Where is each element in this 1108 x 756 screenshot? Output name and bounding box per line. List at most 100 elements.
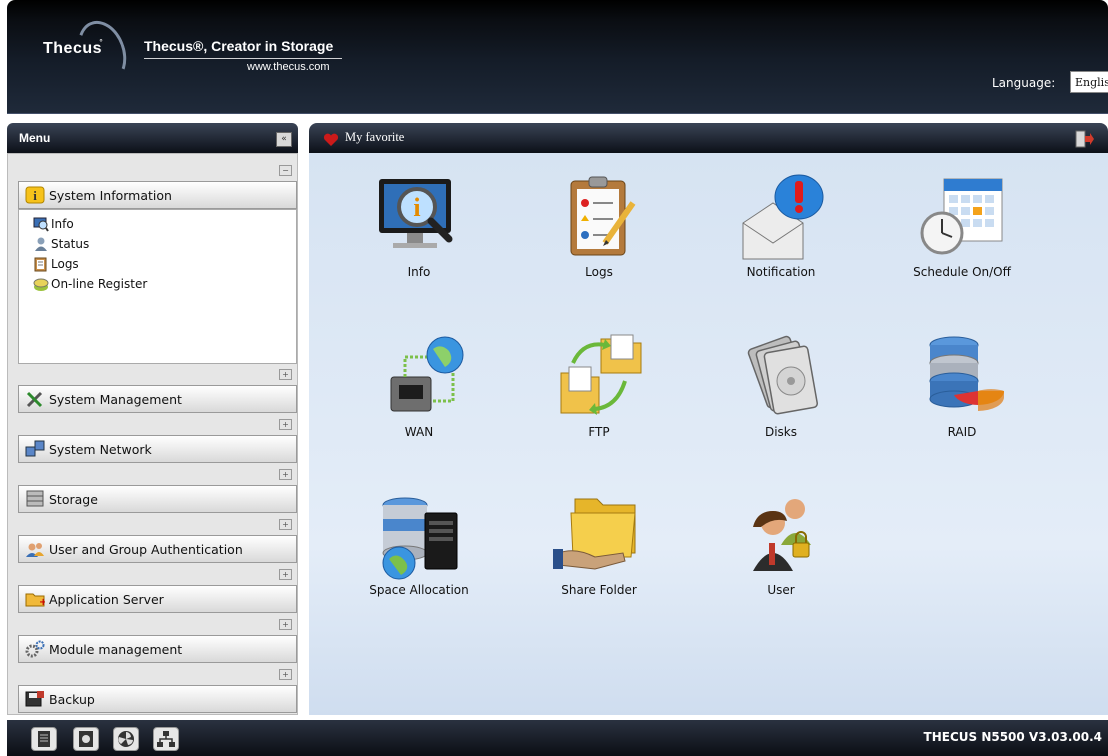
tile-ftp[interactable]: FTP xyxy=(529,333,669,439)
wan-icon xyxy=(371,333,467,423)
menu-item-logs[interactable]: Logs xyxy=(19,254,296,274)
tile-logs[interactable]: Logs xyxy=(529,173,669,279)
favorites-panel: i Info Logs Notification Schedule On/Off… xyxy=(309,153,1108,715)
menu-item-online-register[interactable]: On-line Register xyxy=(19,274,296,294)
svg-text:+: + xyxy=(39,597,45,608)
tile-info[interactable]: i Info xyxy=(349,173,489,279)
disk-status-icon xyxy=(79,731,93,747)
network-status-icon xyxy=(157,731,175,747)
expand-toggle[interactable]: + xyxy=(279,669,292,680)
expand-toggle[interactable]: + xyxy=(279,619,292,630)
section-label: System Information xyxy=(49,187,172,203)
status-footer: THECUS N5500 V3.03.00.4 xyxy=(7,720,1108,756)
slogan: Thecus®, Creator in Storage xyxy=(144,38,334,54)
info-icon: i xyxy=(25,186,45,204)
schedule-icon xyxy=(914,173,1010,263)
thecus-logo: Thecus ° xyxy=(37,14,157,90)
svg-text:i: i xyxy=(413,193,420,222)
fan-status-button[interactable] xyxy=(113,727,139,751)
space-allocation-icon xyxy=(371,491,467,581)
tile-label: Disks xyxy=(764,425,798,439)
raid-icon xyxy=(914,333,1010,423)
register-icon xyxy=(33,276,49,292)
disks-icon xyxy=(733,333,829,423)
expand-toggle[interactable]: + xyxy=(279,369,292,380)
menu-item-status[interactable]: Status xyxy=(19,234,296,254)
section-storage[interactable]: Storage xyxy=(18,485,297,513)
slogan-divider xyxy=(144,58,342,59)
notification-icon xyxy=(733,173,829,263)
folder-plus-icon: + xyxy=(25,590,47,608)
section-label: Module management xyxy=(49,641,183,657)
section-application-server[interactable]: + Application Server xyxy=(18,585,297,613)
tile-label: Schedule On/Off xyxy=(913,265,1011,279)
section-system-management[interactable]: System Management xyxy=(18,385,297,413)
expand-toggle[interactable]: + xyxy=(279,519,292,530)
tile-label: Share Folder xyxy=(561,583,637,597)
menu-item-info[interactable]: Info xyxy=(19,214,296,234)
section-label: System Management xyxy=(49,391,182,407)
tile-notification[interactable]: Notification xyxy=(711,173,851,279)
expand-toggle[interactable]: + xyxy=(279,569,292,580)
system-information-items: Info Status Logs On-line Register xyxy=(18,209,297,364)
tile-label: WAN xyxy=(404,425,434,439)
favorites-titlebar: My favorite xyxy=(309,123,1108,153)
website-link[interactable]: www.thecus.com xyxy=(247,61,330,73)
network-icon xyxy=(25,440,45,458)
tile-user[interactable]: User xyxy=(711,491,851,597)
svg-text:i: i xyxy=(33,188,37,203)
tile-label: FTP xyxy=(588,425,610,439)
ftp-icon xyxy=(551,333,647,423)
monitor-magnifier-icon xyxy=(33,216,49,232)
nas-status-button[interactable] xyxy=(31,727,57,751)
tile-wan[interactable]: WAN xyxy=(349,333,489,439)
section-system-information[interactable]: i System Information xyxy=(18,181,297,209)
status-person-icon xyxy=(33,236,49,252)
expand-toggle[interactable]: + xyxy=(279,419,292,430)
logout-icon[interactable] xyxy=(1074,130,1094,148)
section-user-group-auth[interactable]: User and Group Authentication xyxy=(18,535,297,563)
logo-text: Thecus xyxy=(43,40,103,57)
network-status-button[interactable] xyxy=(153,727,179,751)
sub-item-label: Info xyxy=(51,217,74,231)
language-select[interactable]: English xyxy=(1070,71,1108,93)
backup-icon xyxy=(25,690,45,708)
collapse-section-toggle[interactable]: − xyxy=(279,165,292,176)
tile-disks[interactable]: Disks xyxy=(711,333,851,439)
heart-icon xyxy=(323,133,339,146)
sub-item-label: On-line Register xyxy=(51,277,148,291)
logs-clipboard-icon xyxy=(551,173,647,263)
section-system-network[interactable]: System Network xyxy=(18,435,297,463)
menu-title: Menu xyxy=(19,131,51,145)
clipboard-icon xyxy=(33,256,49,272)
tile-schedule-onoff[interactable]: Schedule On/Off xyxy=(892,173,1032,279)
collapse-menu-button[interactable]: « xyxy=(276,132,292,147)
tile-space-allocation[interactable]: Space Allocation xyxy=(349,491,489,597)
menu-panel: − i System Information Info Status Logs … xyxy=(7,153,298,715)
sub-item-label: Status xyxy=(51,237,90,251)
user-icon xyxy=(733,491,829,581)
fan-status-icon xyxy=(118,731,134,747)
section-label: System Network xyxy=(49,441,152,457)
section-label: Application Server xyxy=(49,591,164,607)
menu-titlebar: Menu « xyxy=(7,123,298,153)
favorites-title: My favorite xyxy=(345,130,405,144)
disk-status-button[interactable] xyxy=(73,727,99,751)
section-backup[interactable]: Backup xyxy=(18,685,297,713)
section-label: Backup xyxy=(49,691,95,707)
logo-dot-icon: ° xyxy=(99,38,103,47)
language-label: Language: xyxy=(992,76,1056,90)
tile-label: User xyxy=(767,583,795,597)
expand-toggle[interactable]: + xyxy=(279,469,292,480)
tile-label: RAID xyxy=(947,425,977,439)
sub-item-label: Logs xyxy=(51,257,79,271)
share-folder-icon xyxy=(551,491,647,581)
gears-icon xyxy=(25,640,45,658)
users-icon xyxy=(25,540,45,558)
section-module-management[interactable]: Module management xyxy=(18,635,297,663)
tile-raid[interactable]: RAID xyxy=(892,333,1032,439)
firmware-version: THECUS N5500 V3.03.00.4 xyxy=(923,730,1102,744)
tools-icon xyxy=(25,390,45,408)
nas-status-icon xyxy=(38,731,50,747)
tile-share-folder[interactable]: Share Folder xyxy=(529,491,669,597)
